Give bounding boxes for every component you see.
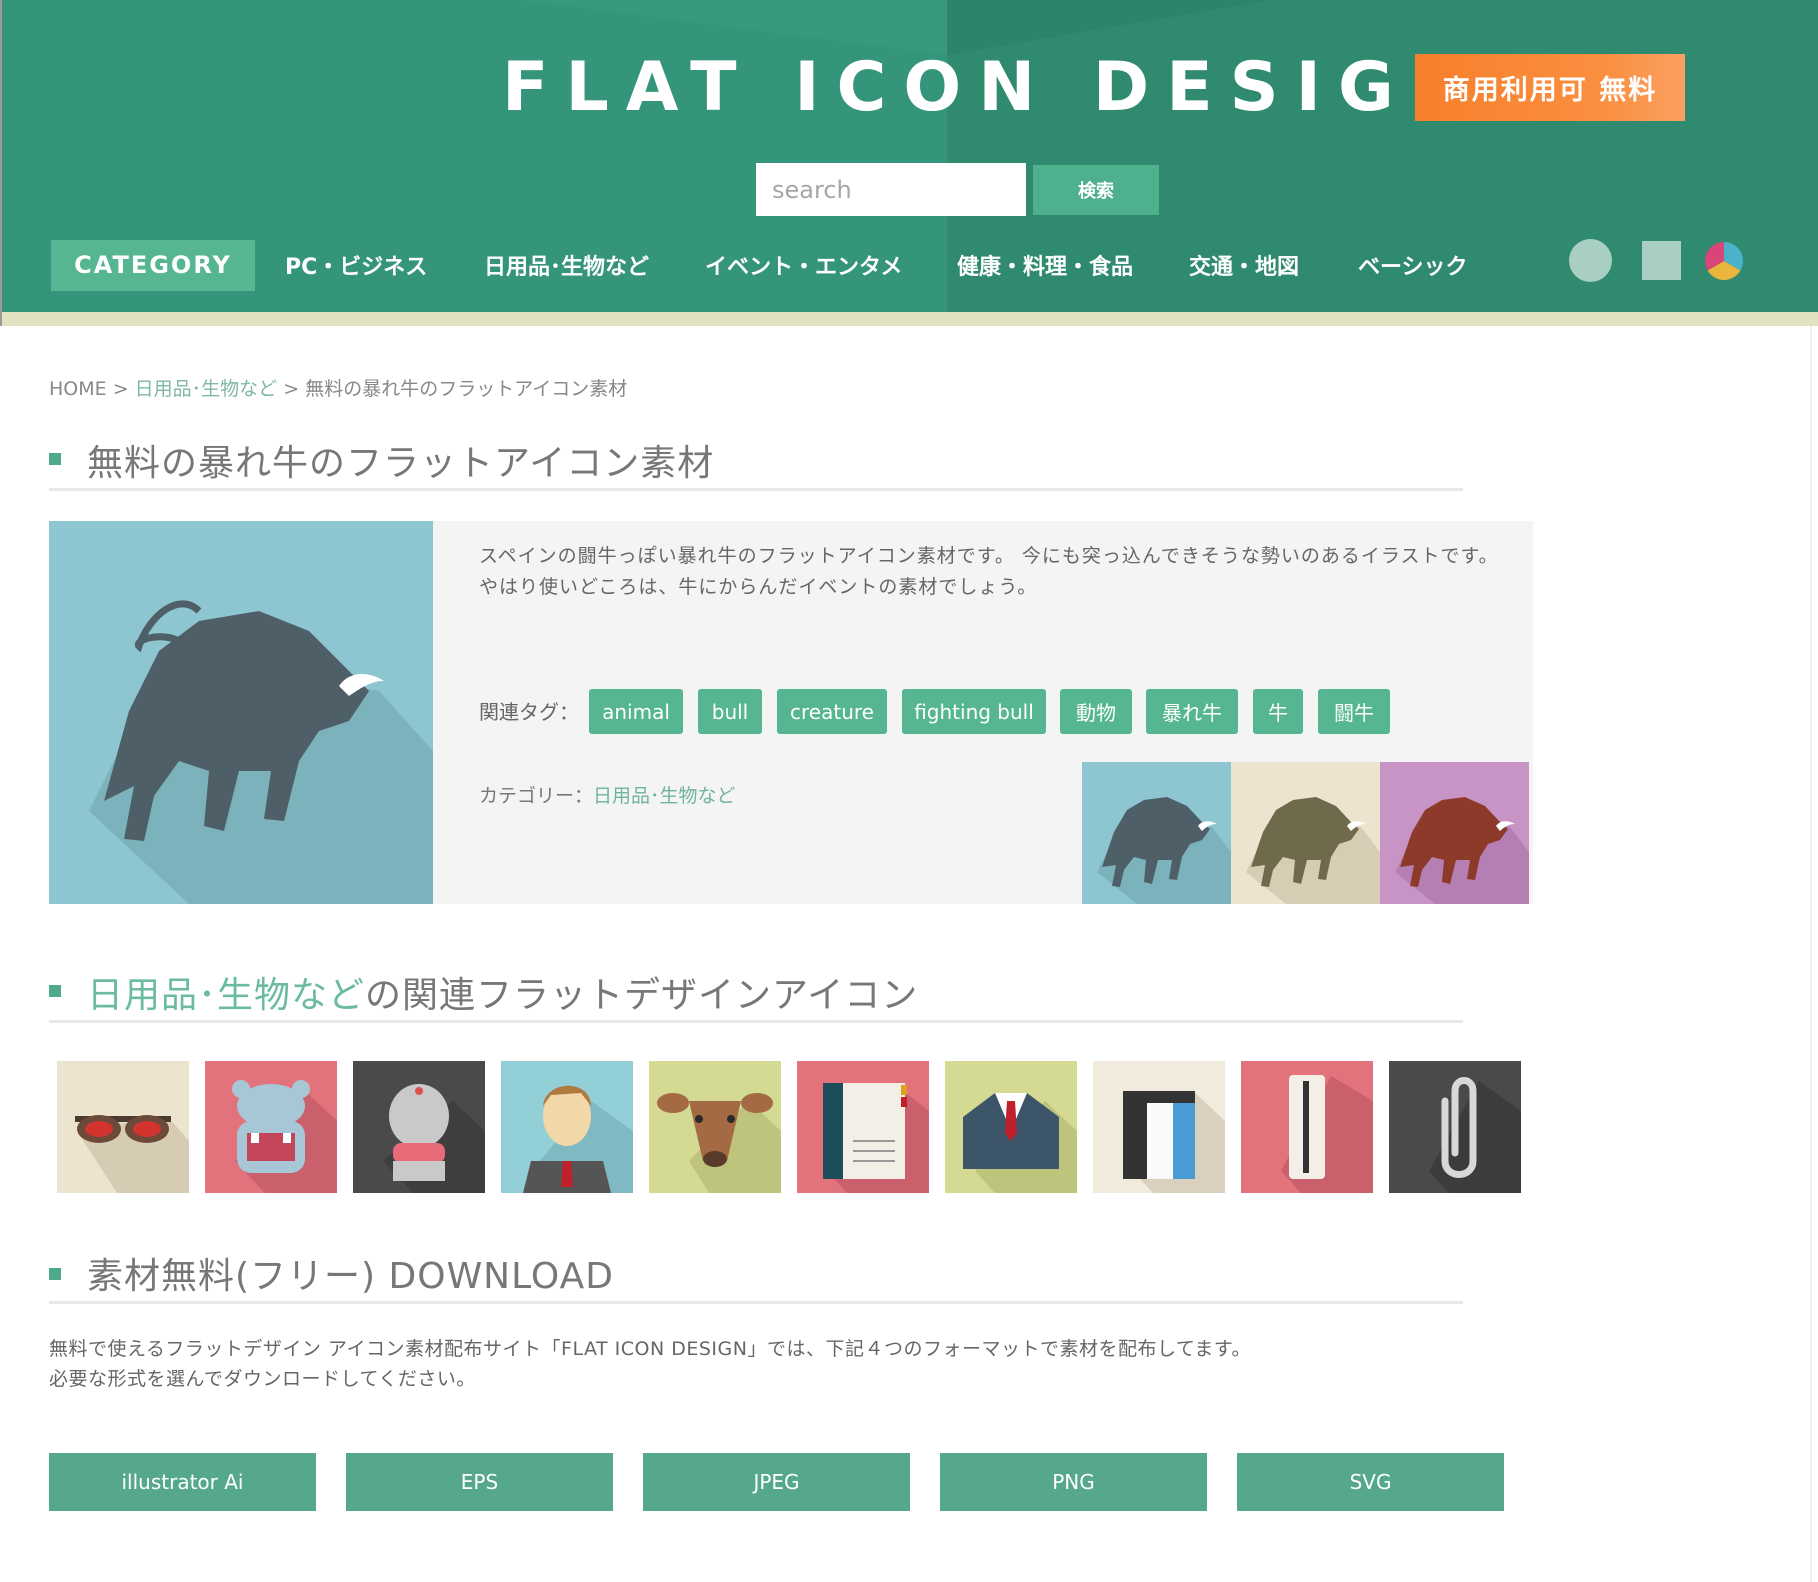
description-line-2: やはり使いどころは、牛にからんだイベントの素材でしょう。 xyxy=(479,576,1038,598)
variant-blue[interactable] xyxy=(1082,762,1231,904)
download-jpeg-button[interactable]: JPEG xyxy=(643,1453,910,1511)
download-section-header: 素材無料(フリー) DOWNLOAD xyxy=(49,1243,1463,1304)
tag-abare-ushi[interactable]: 暴れ牛 xyxy=(1146,689,1238,734)
tag-fighting-bull[interactable]: fighting bull xyxy=(902,689,1046,734)
site-logo[interactable]: FLAT ICON DESIGN xyxy=(502,48,1468,127)
download-ai-button[interactable]: illustrator Ai xyxy=(49,1453,316,1511)
category-info: カテゴリー：日用品･生物など xyxy=(479,781,736,808)
circle-icon[interactable] xyxy=(1569,239,1612,282)
suit-icon xyxy=(963,1093,1077,1193)
related-deer[interactable] xyxy=(649,1061,781,1193)
download-svg-button[interactable]: SVG xyxy=(1237,1453,1504,1511)
tag-creature[interactable]: creature xyxy=(777,689,887,734)
tag-animal[interactable]: animal xyxy=(589,689,683,734)
download-text-line-2: 必要な形式を選んでダウンロードしてください。 xyxy=(49,1368,476,1390)
site-header: FLAT ICON DESIGN 商用利用可 無料 検索 CATEGORY PC… xyxy=(0,0,1818,326)
nav-item-health-food[interactable]: 健康・料理・食品 xyxy=(957,239,1133,291)
related-title-rest: の関連フラットデザインアイコン xyxy=(365,975,919,1016)
bull-icon xyxy=(1395,797,1529,904)
related-notebook[interactable] xyxy=(797,1061,929,1193)
nav-item-pc-business[interactable]: PC・ビジネス xyxy=(285,239,427,291)
breadcrumb: HOME > 日用品･生物など > 無料の暴れ牛のフラットアイコン素材 xyxy=(49,374,627,401)
nav-item-transport-map[interactable]: 交通・地図 xyxy=(1189,239,1299,291)
search-input[interactable] xyxy=(756,163,1026,216)
download-title: 素材無料(フリー) DOWNLOAD xyxy=(87,1256,614,1297)
tag-ushi[interactable]: 牛 xyxy=(1253,689,1303,734)
bull-icon xyxy=(1097,797,1231,904)
download-text-line-1: 無料で使えるフラットデザイン アイコン素材配布サイト「FLAT ICON DES… xyxy=(49,1338,1252,1360)
category-info-link[interactable]: 日用品･生物など xyxy=(593,785,736,807)
page-title: 無料の暴れ牛のフラットアイコン素材 xyxy=(87,443,715,484)
square-icon[interactable] xyxy=(1642,241,1681,280)
breadcrumb-separator: > xyxy=(112,378,129,400)
nav-item-events[interactable]: イベント・エンタメ xyxy=(705,239,902,291)
tags-label: 関連タグ： xyxy=(479,700,579,724)
related-businessman[interactable] xyxy=(501,1061,633,1193)
header-bottom-band xyxy=(2,312,1818,326)
main-bull-image[interactable] xyxy=(49,521,433,904)
hippo-icon xyxy=(232,1080,337,1193)
download-description: 無料で使えるフラットデザイン アイコン素材配布サイト「FLAT ICON DES… xyxy=(49,1334,1349,1394)
tag-doubutsu[interactable]: 動物 xyxy=(1060,689,1132,734)
nav-items: PC・ビジネス 日用品･生物など イベント・エンタメ 健康・料理・食品 交通・地… xyxy=(2,239,1818,291)
glasses-icon xyxy=(75,1115,189,1193)
breadcrumb-separator: > xyxy=(283,378,300,400)
ruler-icon xyxy=(1281,1075,1373,1193)
page-title-section: 無料の暴れ牛のフラットアイコン素材 xyxy=(49,430,1463,491)
related-title-category[interactable]: 日用品･生物など xyxy=(87,975,365,1016)
tag-tougyuu[interactable]: 闘牛 xyxy=(1318,689,1390,734)
related-eraser[interactable] xyxy=(1093,1061,1225,1193)
related-suit[interactable] xyxy=(945,1061,1077,1193)
title-square-icon xyxy=(49,453,61,465)
paperclip-icon xyxy=(1429,1077,1521,1193)
download-png-button[interactable]: PNG xyxy=(940,1453,1207,1511)
breadcrumb-current: 無料の暴れ牛のフラットアイコン素材 xyxy=(305,378,628,400)
breadcrumb-home[interactable]: HOME xyxy=(49,378,107,400)
related-ruler[interactable] xyxy=(1241,1061,1373,1193)
buddha-statue-icon xyxy=(383,1084,485,1193)
nav-item-daily-goods[interactable]: 日用品･生物など xyxy=(484,239,649,291)
notebook-icon xyxy=(823,1083,929,1193)
related-section-header: 日用品･生物などの関連フラットデザインアイコン xyxy=(49,962,1463,1023)
related-glasses[interactable] xyxy=(57,1061,189,1193)
category-info-label: カテゴリー： xyxy=(479,785,594,807)
variant-purple[interactable] xyxy=(1380,762,1529,904)
download-eps-button[interactable]: EPS xyxy=(346,1453,613,1511)
related-hippo[interactable] xyxy=(205,1061,337,1193)
page-right-border xyxy=(1810,326,1812,1582)
businessman-icon xyxy=(523,1085,633,1193)
related-title: 日用品･生物などの関連フラットデザインアイコン xyxy=(87,966,918,1018)
bull-icon xyxy=(89,600,433,904)
related-buddha[interactable] xyxy=(353,1061,485,1193)
tag-bull[interactable]: bull xyxy=(698,689,762,734)
description-line-1: スペインの闘牛っぽい暴れ牛のフラットアイコン素材です。 今にも突っ込んできそうな… xyxy=(479,545,1499,567)
eraser-icon xyxy=(1123,1091,1225,1193)
variant-beige[interactable] xyxy=(1231,762,1380,904)
related-paperclip[interactable] xyxy=(1389,1061,1521,1193)
bull-icon xyxy=(1246,797,1380,904)
icon-description: スペインの闘牛っぽい暴れ牛のフラットアイコン素材です。 今にも突っ込んできそうな… xyxy=(479,541,1519,603)
deer-icon xyxy=(657,1093,781,1193)
download-square-icon xyxy=(49,1268,61,1280)
color-wheel-icon[interactable] xyxy=(1705,242,1743,280)
related-square-icon xyxy=(49,985,61,997)
icon-detail-card: スペインの闘牛っぽい暴れ牛のフラットアイコン素材です。 今にも突っ込んできそうな… xyxy=(49,521,1533,904)
breadcrumb-category[interactable]: 日用品･生物など xyxy=(135,378,278,400)
search-button[interactable]: 検索 xyxy=(1033,165,1159,215)
free-badge: 商用利用可 無料 xyxy=(1415,54,1685,121)
nav-item-basic[interactable]: ベーシック xyxy=(1358,239,1468,291)
